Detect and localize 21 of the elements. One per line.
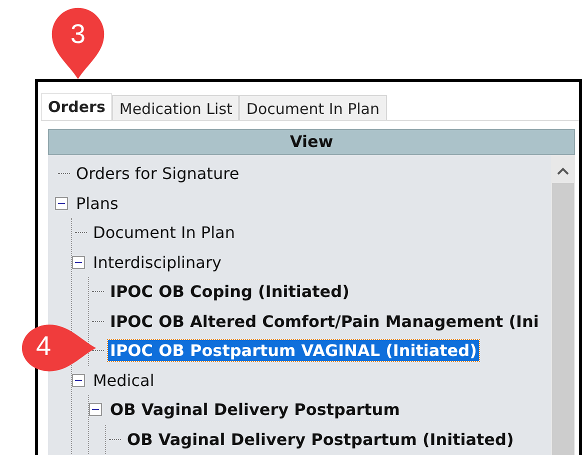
- tab[interactable]: Medication List: [112, 95, 240, 120]
- collapse-icon[interactable]: [55, 196, 68, 210]
- tree-item[interactable]: Document In Plan: [91, 222, 237, 244]
- tree-item[interactable]: IPOC OB Coping (Initiated): [108, 281, 352, 302]
- column-header: View: [48, 129, 575, 155]
- tab[interactable]: Orders: [41, 93, 112, 120]
- tree-item[interactable]: OB Vaginal Delivery Postpartum (Initiated): [125, 428, 516, 450]
- collapse-icon[interactable]: [72, 374, 85, 387]
- collapse-icon[interactable]: [89, 403, 102, 416]
- callout-badge: 4: [20, 323, 98, 373]
- tree-item[interactable]: IPOC OB Postpartum VAGINAL (Initiated): [108, 340, 479, 362]
- tree-item[interactable]: Plans: [74, 192, 120, 214]
- scrollbar[interactable]: [551, 155, 575, 455]
- tree-item[interactable]: OB Vaginal Delivery Postpartum: [108, 399, 402, 420]
- tree-item[interactable]: IPOC OB Altered Comfort/Pain Management (Ini: [108, 310, 541, 332]
- tab[interactable]: Document In Plan: [239, 95, 387, 120]
- scroll-up-icon[interactable]: [557, 167, 569, 175]
- tree-item[interactable]: Orders for Signature: [74, 163, 242, 184]
- tree-item[interactable]: Interdisciplinary: [91, 252, 224, 273]
- collapse-icon[interactable]: [72, 256, 85, 269]
- callout-badge: 3: [50, 6, 106, 81]
